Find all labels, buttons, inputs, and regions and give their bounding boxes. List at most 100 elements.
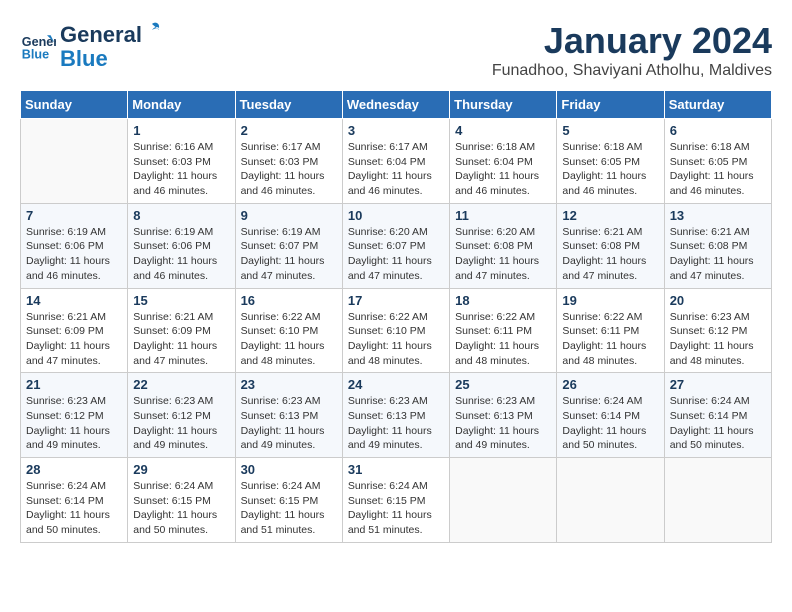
calendar-cell: 27 Sunrise: 6:24 AMSunset: 6:14 PMDayligh… bbox=[664, 373, 771, 458]
day-number: 25 bbox=[455, 377, 551, 392]
day-info: Sunrise: 6:18 AMSunset: 6:05 PMDaylight:… bbox=[562, 140, 658, 199]
calendar-cell: 25 Sunrise: 6:23 AMSunset: 6:13 PMDayligh… bbox=[450, 373, 557, 458]
calendar-cell: 23 Sunrise: 6:23 AMSunset: 6:13 PMDayligh… bbox=[235, 373, 342, 458]
calendar-cell: 5 Sunrise: 6:18 AMSunset: 6:05 PMDaylight… bbox=[557, 119, 664, 204]
page-header: General Blue General Blue January 2024 F… bbox=[20, 20, 772, 80]
calendar-cell: 15Sunrise: 6:21 AMSunset: 6:09 PMDayligh… bbox=[128, 288, 235, 373]
day-number: 1 bbox=[133, 123, 229, 138]
day-info: Sunrise: 6:19 AMSunset: 6:07 PMDaylight:… bbox=[241, 225, 337, 284]
calendar-cell: 31 Sunrise: 6:24 AMSunset: 6:15 PMDayligh… bbox=[342, 458, 449, 543]
logo-icon: General Blue bbox=[20, 28, 56, 64]
day-info: Sunrise: 6:23 AMSunset: 6:13 PMDaylight:… bbox=[241, 394, 337, 453]
day-info: Sunrise: 6:18 AMSunset: 6:04 PMDaylight:… bbox=[455, 140, 551, 199]
day-number: 24 bbox=[348, 377, 444, 392]
day-info: Sunrise: 6:21 AMSunset: 6:09 PMDaylight:… bbox=[26, 310, 122, 369]
calendar-cell bbox=[557, 458, 664, 543]
day-number: 3 bbox=[348, 123, 444, 138]
calendar-cell: 28 Sunrise: 6:24 AMSunset: 6:14 PMDayligh… bbox=[21, 458, 128, 543]
calendar-cell: 3 Sunrise: 6:17 AMSunset: 6:04 PMDaylight… bbox=[342, 119, 449, 204]
svg-text:Blue: Blue bbox=[22, 47, 49, 61]
calendar-cell bbox=[450, 458, 557, 543]
day-number: 28 bbox=[26, 462, 122, 477]
calendar-cell: 6Sunrise: 6:18 AMSunset: 6:05 PMDaylight… bbox=[664, 119, 771, 204]
logo-blue-text: Blue bbox=[60, 46, 108, 71]
day-info: Sunrise: 6:17 AMSunset: 6:04 PMDaylight:… bbox=[348, 140, 444, 199]
calendar-cell: 11 Sunrise: 6:20 AMSunset: 6:08 PMDayligh… bbox=[450, 203, 557, 288]
day-number: 20 bbox=[670, 293, 766, 308]
title-section: January 2024 Funadhoo, Shaviyani Atholhu… bbox=[492, 20, 772, 80]
calendar-cell: 7Sunrise: 6:19 AMSunset: 6:06 PMDaylight… bbox=[21, 203, 128, 288]
day-info: Sunrise: 6:24 AMSunset: 6:14 PMDaylight:… bbox=[670, 394, 766, 453]
calendar-table: SundayMondayTuesdayWednesdayThursdayFrid… bbox=[20, 90, 772, 543]
weekday-header-monday: Monday bbox=[128, 91, 235, 119]
calendar-cell: 30 Sunrise: 6:24 AMSunset: 6:15 PMDayligh… bbox=[235, 458, 342, 543]
calendar-cell: 20 Sunrise: 6:23 AMSunset: 6:12 PMDayligh… bbox=[664, 288, 771, 373]
weekday-header-sunday: Sunday bbox=[21, 91, 128, 119]
day-info: Sunrise: 6:23 AMSunset: 6:12 PMDaylight:… bbox=[670, 310, 766, 369]
day-info: Sunrise: 6:22 AMSunset: 6:10 PMDaylight:… bbox=[348, 310, 444, 369]
weekday-header-tuesday: Tuesday bbox=[235, 91, 342, 119]
day-number: 21 bbox=[26, 377, 122, 392]
logo-bird-icon bbox=[143, 20, 161, 42]
day-info: Sunrise: 6:19 AMSunset: 6:06 PMDaylight:… bbox=[133, 225, 229, 284]
calendar-week-row: 7 Sunrise: 6:19 AMSunset: 6:06 PMDaylight… bbox=[21, 203, 772, 288]
day-info: Sunrise: 6:24 AMSunset: 6:14 PMDaylight:… bbox=[26, 479, 122, 538]
weekday-header-saturday: Saturday bbox=[664, 91, 771, 119]
day-number: 2 bbox=[241, 123, 337, 138]
day-info: Sunrise: 6:20 AMSunset: 6:08 PMDaylight:… bbox=[455, 225, 551, 284]
day-number: 19 bbox=[562, 293, 658, 308]
day-number: 26 bbox=[562, 377, 658, 392]
day-info: Sunrise: 6:23 AMSunset: 6:13 PMDaylight:… bbox=[455, 394, 551, 453]
day-info: Sunrise: 6:23 AMSunset: 6:13 PMDaylight:… bbox=[348, 394, 444, 453]
day-number: 16 bbox=[241, 293, 337, 308]
day-number: 9 bbox=[241, 208, 337, 223]
calendar-cell: 26Sunrise: 6:24 AMSunset: 6:14 PMDayligh… bbox=[557, 373, 664, 458]
calendar-cell: 19 Sunrise: 6:22 AMSunset: 6:11 PMDayligh… bbox=[557, 288, 664, 373]
calendar-cell: 2 Sunrise: 6:17 AMSunset: 6:03 PMDaylight… bbox=[235, 119, 342, 204]
calendar-week-row: 21 Sunrise: 6:23 AMSunset: 6:12 PMDayligh… bbox=[21, 373, 772, 458]
calendar-cell: 9 Sunrise: 6:19 AMSunset: 6:07 PMDaylight… bbox=[235, 203, 342, 288]
day-info: Sunrise: 6:16 AMSunset: 6:03 PMDaylight:… bbox=[133, 140, 229, 199]
logo: General Blue General Blue bbox=[20, 20, 161, 71]
weekday-header-wednesday: Wednesday bbox=[342, 91, 449, 119]
day-number: 17 bbox=[348, 293, 444, 308]
day-info: Sunrise: 6:24 AMSunset: 6:15 PMDaylight:… bbox=[241, 479, 337, 538]
day-number: 18 bbox=[455, 293, 551, 308]
calendar-cell: 10Sunrise: 6:20 AMSunset: 6:07 PMDayligh… bbox=[342, 203, 449, 288]
location-text: Funadhoo, Shaviyani Atholhu, Maldives bbox=[492, 62, 772, 80]
day-number: 22 bbox=[133, 377, 229, 392]
day-number: 23 bbox=[241, 377, 337, 392]
weekday-header-thursday: Thursday bbox=[450, 91, 557, 119]
day-number: 15 bbox=[133, 293, 229, 308]
day-number: 27 bbox=[670, 377, 766, 392]
calendar-cell: 13Sunrise: 6:21 AMSunset: 6:08 PMDayligh… bbox=[664, 203, 771, 288]
day-number: 5 bbox=[562, 123, 658, 138]
day-number: 10 bbox=[348, 208, 444, 223]
calendar-cell: 24 Sunrise: 6:23 AMSunset: 6:13 PMDayligh… bbox=[342, 373, 449, 458]
calendar-cell: 17 Sunrise: 6:22 AMSunset: 6:10 PMDayligh… bbox=[342, 288, 449, 373]
day-number: 7 bbox=[26, 208, 122, 223]
day-info: Sunrise: 6:22 AMSunset: 6:11 PMDaylight:… bbox=[562, 310, 658, 369]
day-info: Sunrise: 6:18 AMSunset: 6:05 PMDaylight:… bbox=[670, 140, 766, 199]
calendar-week-row: 14 Sunrise: 6:21 AMSunset: 6:09 PMDayligh… bbox=[21, 288, 772, 373]
day-number: 13 bbox=[670, 208, 766, 223]
calendar-cell: 16Sunrise: 6:22 AMSunset: 6:10 PMDayligh… bbox=[235, 288, 342, 373]
calendar-cell: 14 Sunrise: 6:21 AMSunset: 6:09 PMDayligh… bbox=[21, 288, 128, 373]
day-info: Sunrise: 6:21 AMSunset: 6:08 PMDaylight:… bbox=[562, 225, 658, 284]
day-number: 30 bbox=[241, 462, 337, 477]
day-info: Sunrise: 6:22 AMSunset: 6:11 PMDaylight:… bbox=[455, 310, 551, 369]
month-title: January 2024 bbox=[492, 20, 772, 62]
day-info: Sunrise: 6:24 AMSunset: 6:15 PMDaylight:… bbox=[348, 479, 444, 538]
day-number: 8 bbox=[133, 208, 229, 223]
day-number: 29 bbox=[133, 462, 229, 477]
day-number: 31 bbox=[348, 462, 444, 477]
calendar-week-row: 1 Sunrise: 6:16 AMSunset: 6:03 PMDaylight… bbox=[21, 119, 772, 204]
calendar-cell: 12Sunrise: 6:21 AMSunset: 6:08 PMDayligh… bbox=[557, 203, 664, 288]
logo-general-text: General bbox=[60, 23, 142, 47]
weekday-header-friday: Friday bbox=[557, 91, 664, 119]
day-info: Sunrise: 6:23 AMSunset: 6:12 PMDaylight:… bbox=[133, 394, 229, 453]
weekday-header-row: SundayMondayTuesdayWednesdayThursdayFrid… bbox=[21, 91, 772, 119]
day-number: 11 bbox=[455, 208, 551, 223]
day-number: 14 bbox=[26, 293, 122, 308]
day-info: Sunrise: 6:17 AMSunset: 6:03 PMDaylight:… bbox=[241, 140, 337, 199]
